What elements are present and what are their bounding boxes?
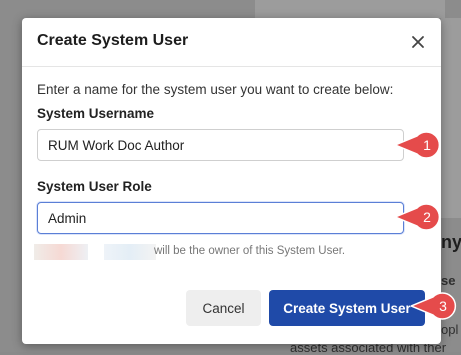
background-panel xyxy=(255,0,445,18)
callout-number: 3 xyxy=(439,298,447,314)
cancel-button[interactable]: Cancel xyxy=(186,290,261,326)
dialog-prompt: Enter a name for the system user you wan… xyxy=(37,82,394,97)
callout-number: 1 xyxy=(423,137,431,153)
dialog-divider xyxy=(22,66,441,67)
redacted-owner-name xyxy=(104,244,156,260)
callout-number: 2 xyxy=(423,209,431,225)
background-text: opl xyxy=(441,322,459,337)
background-heading: ny xyxy=(441,232,461,252)
system-username-input[interactable] xyxy=(37,129,404,161)
background-panel xyxy=(441,18,461,218)
close-icon[interactable] xyxy=(410,34,426,50)
create-system-user-button[interactable]: Create System User xyxy=(269,290,425,326)
system-user-role-input[interactable] xyxy=(37,202,404,234)
redacted-owner-name xyxy=(34,244,88,260)
callout-badge-2: 2 xyxy=(395,203,441,231)
background-text: se xyxy=(441,273,456,288)
callout-badge-3: 3 xyxy=(411,292,457,320)
dialog-title: Create System User xyxy=(37,32,189,49)
owner-note-text: will be the owner of this System User. xyxy=(154,245,346,257)
create-system-user-dialog: Create System User Enter a name for the … xyxy=(22,18,441,344)
username-label: System Username xyxy=(37,106,155,121)
callout-badge-1: 1 xyxy=(395,131,441,159)
role-label: System User Role xyxy=(37,179,152,194)
owner-note: will be the owner of this System User. xyxy=(34,244,394,260)
